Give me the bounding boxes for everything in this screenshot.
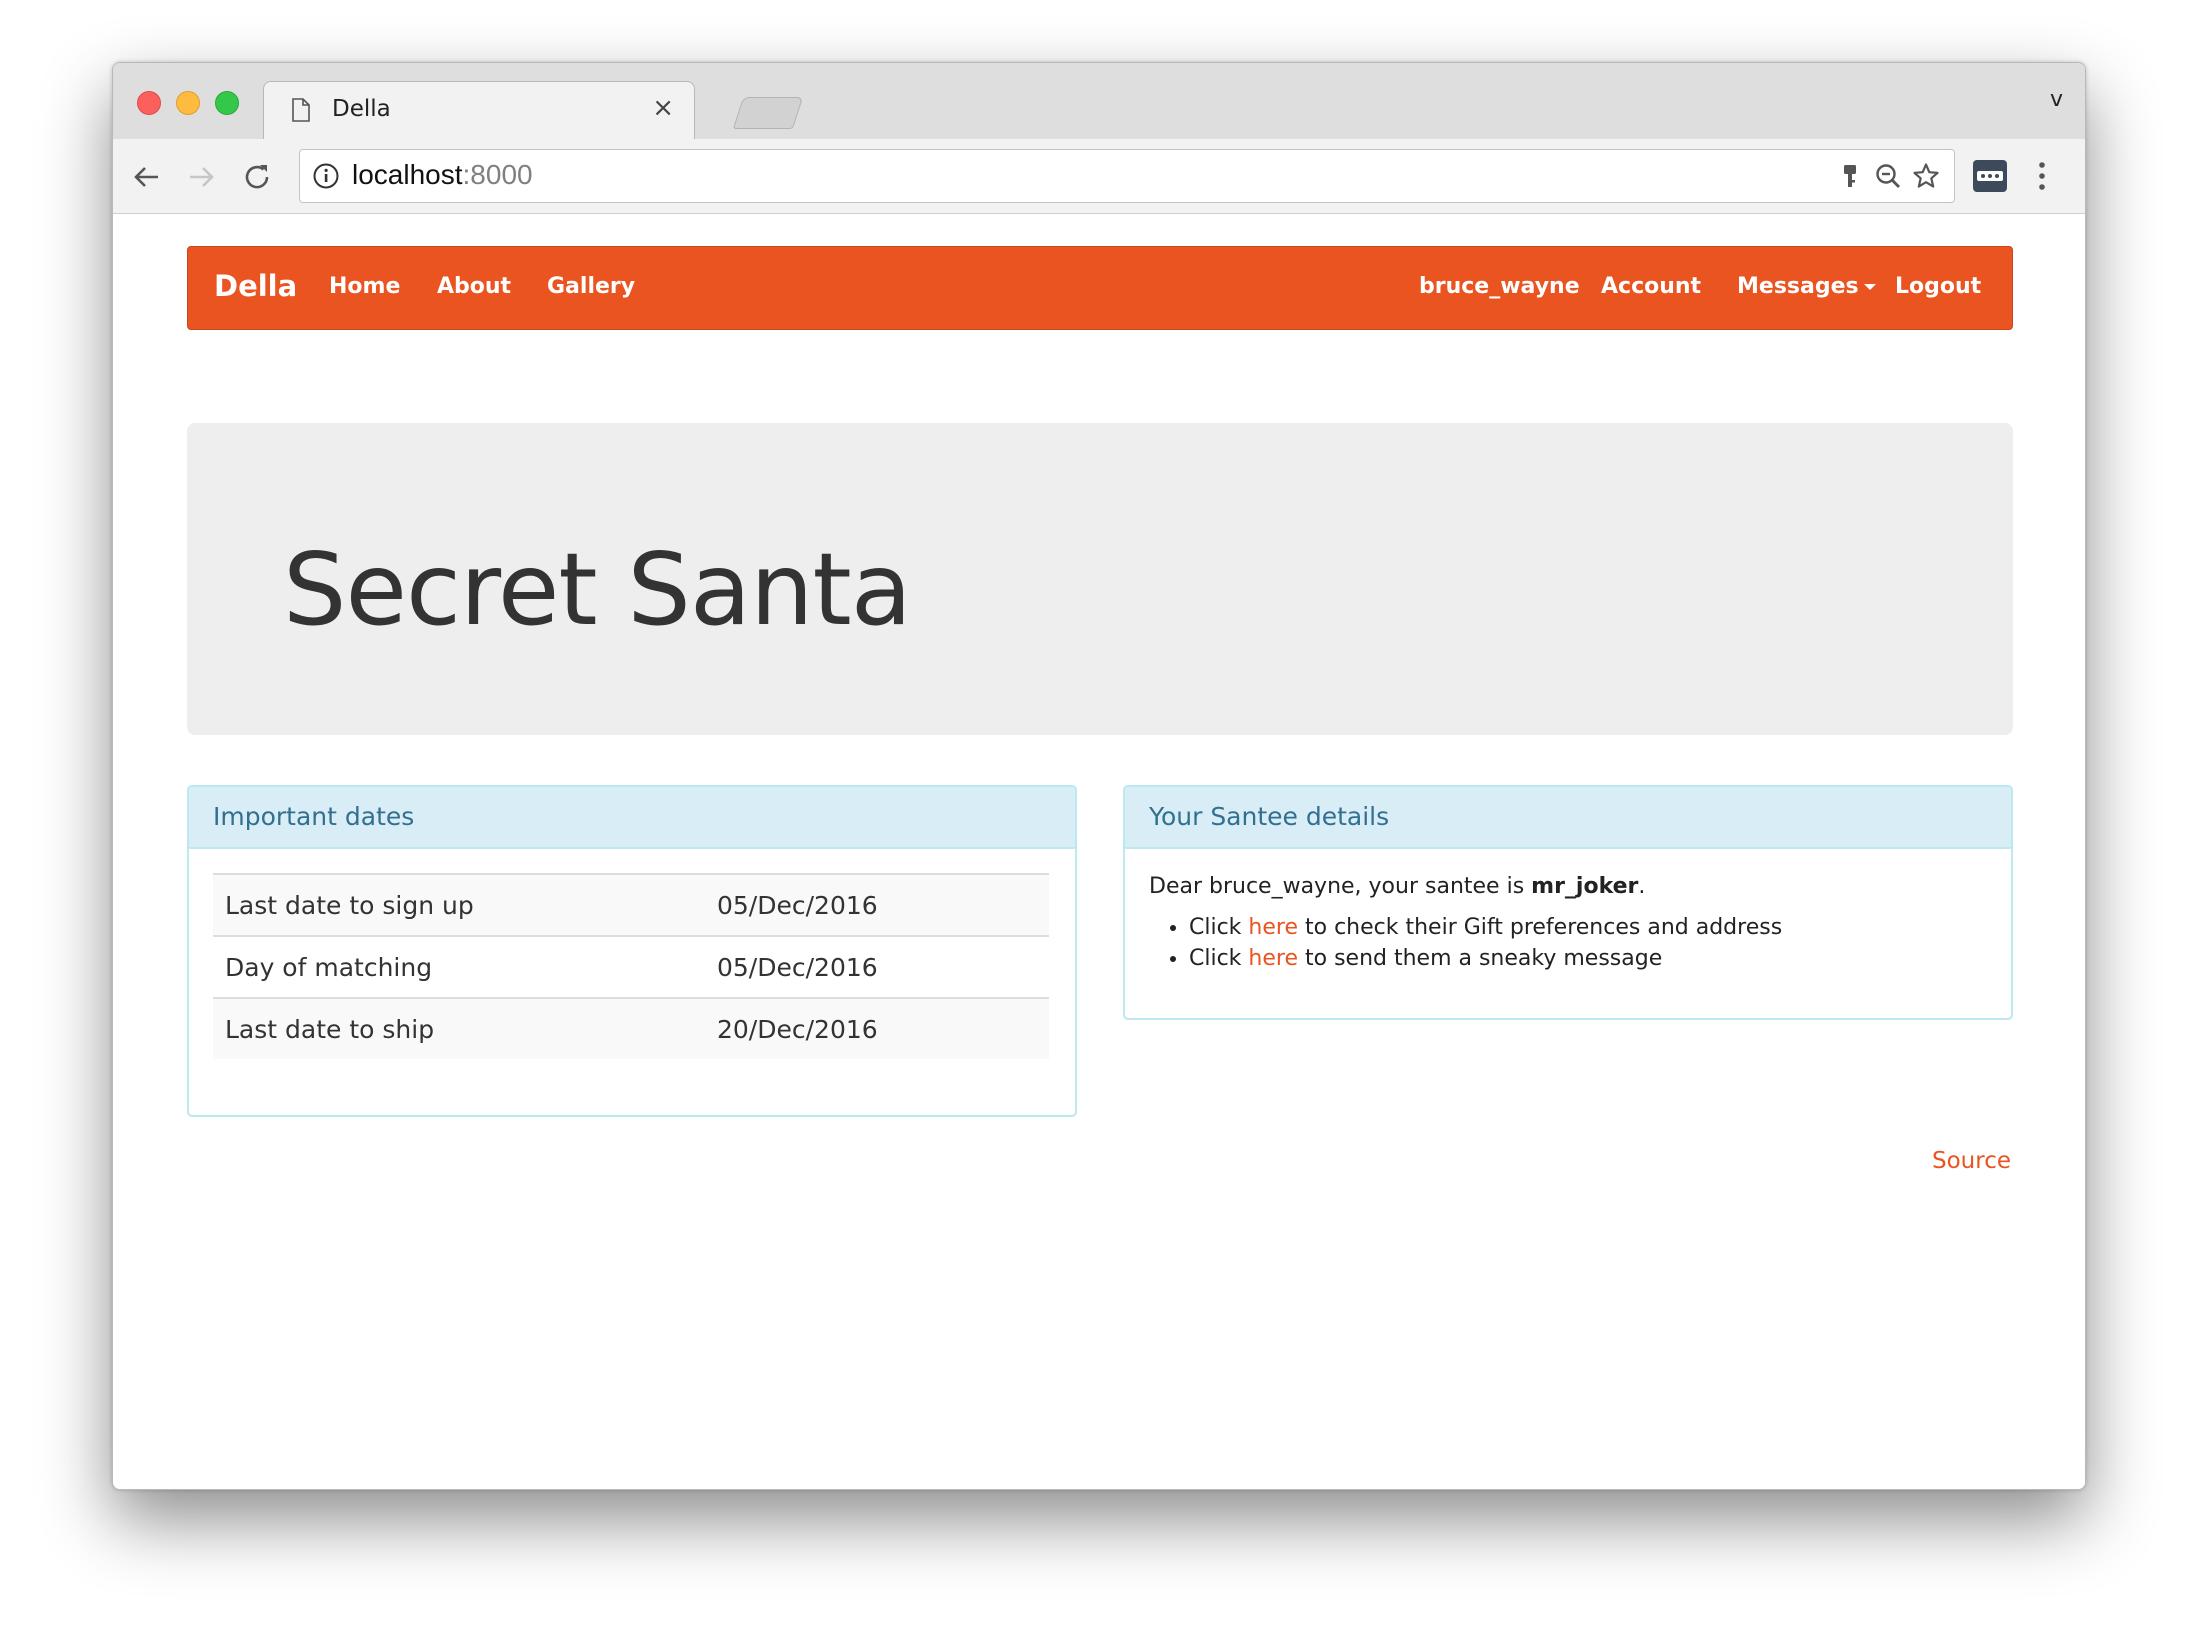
table-row: Last date to ship 20/Dec/2016 xyxy=(213,997,1049,1059)
santee-actions-list: Click here to check their Gift preferenc… xyxy=(1149,912,1987,974)
page-title: Secret Santa xyxy=(283,531,912,648)
santee-greeting: Dear bruce_wayne, your santee is mr_joke… xyxy=(1149,871,1987,902)
nav-messages-dropdown[interactable]: Messages xyxy=(1737,274,1876,299)
star-icon[interactable] xyxy=(1912,162,1940,190)
santee-details-heading: Your Santee details xyxy=(1125,787,2011,849)
date-value: 05/Dec/2016 xyxy=(705,935,1049,998)
table-row: Day of matching 05/Dec/2016 xyxy=(213,935,1049,998)
table-row: Last date to sign up 05/Dec/2016 xyxy=(213,873,1049,936)
url-host: localhost xyxy=(352,159,463,190)
address-bar[interactable]: localhost:8000 xyxy=(299,149,1955,203)
tab-strip: Della × v xyxy=(113,63,2085,140)
important-dates-panel: Important dates Last date to sign up 05/… xyxy=(187,785,1077,1117)
site-navbar: Della Home About Gallery bruce_wayne Acc… xyxy=(187,246,2013,330)
tab-close-icon[interactable]: × xyxy=(652,93,674,123)
minimize-window-button[interactable] xyxy=(176,91,200,115)
brand-link[interactable]: Della xyxy=(214,269,297,303)
source-link[interactable]: Source xyxy=(1932,1148,2011,1174)
important-dates-table: Last date to sign up 05/Dec/2016 Day of … xyxy=(213,873,1049,1059)
nav-gallery[interactable]: Gallery xyxy=(547,274,635,299)
new-tab-button[interactable] xyxy=(732,97,804,129)
date-label: Day of matching xyxy=(213,935,705,998)
item-suffix: to send them a sneaky message xyxy=(1298,946,1663,971)
extension-icon[interactable] xyxy=(1973,160,2007,192)
date-label: Last date to ship xyxy=(213,997,705,1059)
reload-icon[interactable] xyxy=(241,161,273,193)
nav-home[interactable]: Home xyxy=(329,274,400,299)
back-arrow-icon[interactable] xyxy=(131,161,163,193)
close-window-button[interactable] xyxy=(137,91,161,115)
santee-details-panel: Your Santee details Dear bruce_wayne, yo… xyxy=(1123,785,2013,1020)
jumbotron: Secret Santa xyxy=(187,423,2013,735)
profile-button[interactable]: v xyxy=(2050,87,2063,112)
nav-about[interactable]: About xyxy=(437,274,511,299)
item-suffix: to check their Gift preferences and addr… xyxy=(1298,915,1783,940)
item-prefix: Click xyxy=(1189,946,1249,971)
nav-logout[interactable]: Logout xyxy=(1895,274,1981,299)
forward-arrow-icon[interactable] xyxy=(185,161,217,193)
santee-name: mr_joker xyxy=(1531,874,1639,899)
date-value: 05/Dec/2016 xyxy=(705,873,1049,936)
send-message-link[interactable]: here xyxy=(1248,946,1298,971)
nav-messages-label: Messages xyxy=(1737,274,1859,299)
page-icon xyxy=(292,98,310,122)
url-port: :8000 xyxy=(462,159,533,190)
nav-username[interactable]: bruce_wayne xyxy=(1419,274,1580,299)
key-icon[interactable] xyxy=(1836,162,1864,190)
nav-account[interactable]: Account xyxy=(1601,274,1701,299)
tab-title: Della xyxy=(332,96,391,122)
important-dates-heading: Important dates xyxy=(189,787,1075,849)
gift-preferences-link[interactable]: here xyxy=(1248,915,1298,940)
zoom-window-button[interactable] xyxy=(215,91,239,115)
info-icon[interactable] xyxy=(312,162,340,190)
santee-details-body: Dear bruce_wayne, your santee is mr_joke… xyxy=(1125,849,2011,996)
greeting-suffix: . xyxy=(1638,874,1646,899)
page-content: Della Home About Gallery bruce_wayne Acc… xyxy=(113,214,2085,1489)
browser-toolbar: localhost:8000 xyxy=(113,139,2085,214)
greeting-prefix: Dear bruce_wayne, your santee is xyxy=(1149,874,1532,899)
item-prefix: Click xyxy=(1189,915,1249,940)
date-label: Last date to sign up xyxy=(213,873,705,936)
browser-tab[interactable]: Della × xyxy=(263,81,695,140)
url-text[interactable]: localhost:8000 xyxy=(352,159,533,191)
list-item: Click here to send them a sneaky message xyxy=(1189,943,1987,974)
caret-down-icon xyxy=(1863,284,1876,290)
kebab-menu-icon[interactable] xyxy=(2037,159,2047,193)
extension-dots-icon xyxy=(1977,171,2003,181)
zoom-out-icon[interactable] xyxy=(1874,162,1902,190)
browser-window: Della × v localhost:8000 Della Home Abou… xyxy=(112,62,2086,1490)
list-item: Click here to check their Gift preferenc… xyxy=(1189,912,1987,943)
date-value: 20/Dec/2016 xyxy=(705,997,1049,1059)
